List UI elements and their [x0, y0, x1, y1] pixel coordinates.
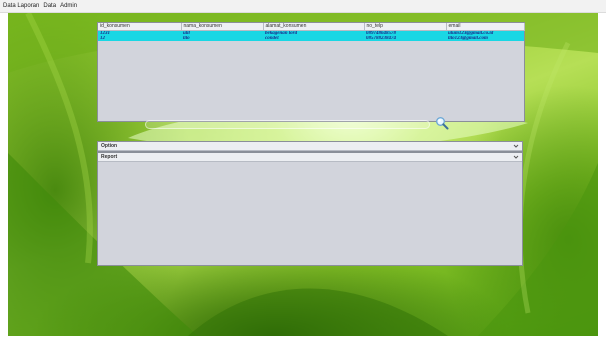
column-header-alamat[interactable]: alamat_konsumen	[263, 23, 365, 31]
search-icon[interactable]	[435, 116, 449, 130]
option-panel: Option	[97, 141, 523, 152]
menu-admin[interactable]: Admin	[58, 0, 79, 12]
search-bar	[145, 120, 430, 132]
report-panel: Report	[97, 152, 523, 266]
report-panel-header[interactable]: Report	[98, 153, 522, 162]
table-cell[interactable]: condet	[263, 36, 364, 41]
column-header-nama[interactable]: nama_konsumen	[181, 23, 264, 31]
desktop-background: id_konsumen nama_konsumen alamat_konsume…	[8, 13, 598, 336]
menu-data-laporan[interactable]: Data Laporan	[0, 0, 41, 12]
column-header-id[interactable]: id_konsumen	[98, 23, 182, 31]
option-panel-header[interactable]: Option	[98, 142, 522, 151]
search-input[interactable]	[145, 120, 430, 129]
column-header-telp[interactable]: no_telp	[364, 23, 447, 31]
table-header-row: id_konsumen nama_konsumen alamat_konsume…	[98, 23, 525, 31]
konsumen-table[interactable]: id_konsumen nama_konsumen alamat_konsume…	[97, 22, 525, 122]
chevron-down-icon[interactable]	[513, 154, 519, 160]
table-cell[interactable]: 12	[98, 36, 181, 41]
table-cell[interactable]: tito123@gmail.com	[446, 36, 524, 41]
column-header-email[interactable]: email	[446, 23, 525, 31]
table-cell[interactable]: 085788238474	[364, 36, 446, 41]
table-row[interactable]: 12 tito condet 085788238474 tito123@gmai…	[98, 36, 524, 41]
report-panel-body	[98, 162, 522, 274]
chevron-down-icon[interactable]	[513, 143, 519, 149]
menu-data[interactable]: Data	[41, 0, 58, 12]
option-panel-title: Option	[101, 143, 118, 149]
menu-bar: Data Laporan Data Admin	[0, 0, 606, 13]
app-window: Data Laporan Data Admin id_konsumen nama	[0, 0, 606, 337]
report-panel-title: Report	[101, 154, 118, 160]
table-cell[interactable]: tito	[181, 36, 263, 41]
